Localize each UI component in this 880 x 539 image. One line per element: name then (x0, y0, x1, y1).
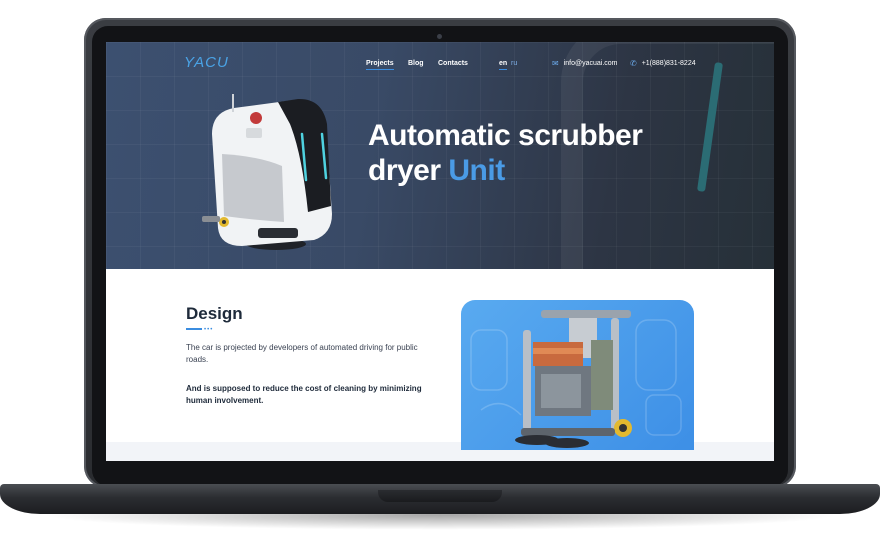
nav-item-projects[interactable]: Projects (366, 60, 394, 70)
contact-email-text[interactable]: info@yacuai.com (564, 60, 618, 67)
nav-item-blog[interactable]: Blog (408, 60, 424, 67)
design-paragraph-2: And is supposed to reduce the cost of cl… (186, 384, 422, 405)
design-heading-dots: ••• (204, 327, 214, 333)
design-heading-underline (186, 328, 202, 330)
robot-frame-image (470, 310, 682, 448)
contact-phone-text[interactable]: +1(888)831-8224 (642, 60, 696, 67)
phone-icon: ✆ (630, 59, 637, 68)
robot-image (202, 94, 332, 250)
envelope-icon: ✉ (552, 59, 559, 68)
language-ru[interactable]: ru (511, 60, 517, 67)
laptop-screen: YACU Projects Blog Contacts en ru ✉ info… (106, 42, 774, 461)
hero-title-line1: Automatic scrubber (368, 119, 643, 152)
hero-title: Automatic scrubber dryer Unit (368, 118, 643, 188)
design-image-panel (461, 300, 694, 450)
laptop-hinge-notch (378, 490, 502, 502)
hero-title-plain: dryer (368, 154, 441, 187)
design-heading: Design (186, 304, 243, 323)
contact-email[interactable]: ✉ info@yacuai.com (552, 59, 618, 68)
design-paragraph-1: The car is projected by developers of au… (186, 343, 418, 364)
contact-phone[interactable]: ✆ +1(888)831-8224 (630, 59, 696, 68)
camera-icon (437, 34, 442, 39)
hero-title-accent: Unit (448, 154, 505, 187)
nav-item-contacts[interactable]: Contacts (438, 60, 468, 67)
site-logo[interactable]: YACU (184, 54, 229, 71)
hero-title-line2: dryer Unit (368, 153, 642, 188)
language-en[interactable]: en (499, 60, 508, 70)
hero-section: YACU Projects Blog Contacts en ru ✉ info… (106, 42, 774, 269)
